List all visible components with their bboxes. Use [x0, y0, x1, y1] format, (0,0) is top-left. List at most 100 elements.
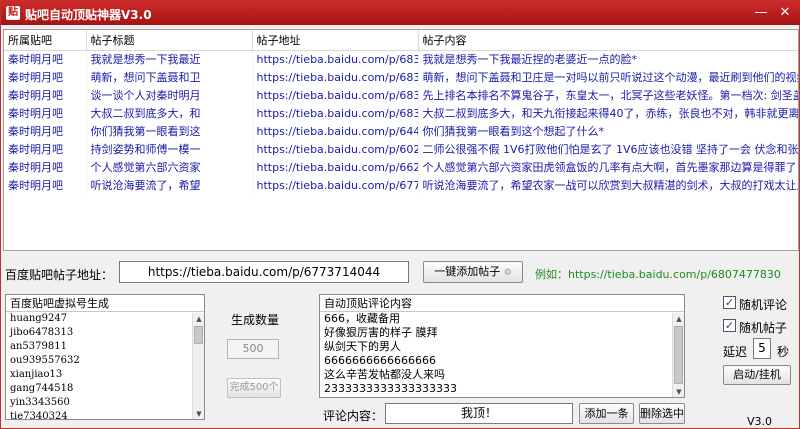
- table-row[interactable]: 秦时明月吧 持剑姿势和师傅一模一 https://tieba.baidu.com/p…: [4, 140, 798, 158]
- app-logo-icon: 贴: [6, 6, 20, 20]
- comment-list-item[interactable]: 666，收藏备用: [324, 312, 684, 326]
- comment-list-scrollbar[interactable]: ▲ ▼: [672, 313, 684, 397]
- add-post-button[interactable]: 一键添加帖子 ⚙: [423, 261, 523, 283]
- comment-list-item[interactable]: 2333333333333333333: [324, 382, 684, 396]
- delay-label: 延迟: [723, 345, 748, 359]
- title-bar[interactable]: 贴 贴吧自动顶贴神器V3.0 — ✕: [1, 1, 800, 25]
- account-list-item[interactable]: xianjiao13: [10, 368, 204, 382]
- url-cell[interactable]: https://tieba.baidu.com/p/683...: [252, 50, 419, 68]
- url-cell[interactable]: https://tieba.baidu.com/p/677...: [252, 176, 419, 194]
- post-table[interactable]: 所属贴吧 帖子标题 帖子地址 帖子内容 秦时明月吧 我就是想秀一下我最近 https…: [3, 29, 799, 251]
- url-cell[interactable]: https://tieba.baidu.com/p/602...: [252, 140, 419, 158]
- column-header-title[interactable]: 帖子标题: [86, 30, 253, 51]
- add-comment-button[interactable]: 添加一条: [579, 403, 634, 424]
- content-cell[interactable]: 先上排名本排名不算鬼谷子，东皇太一，北冥子这些老妖怪。第一档次: 剑圣盖聂...: [418, 86, 798, 104]
- comment-list-item[interactable]: 好像狠厉害的样子 膜拜: [324, 326, 684, 340]
- account-list-item[interactable]: an5379811: [10, 340, 204, 354]
- table-header-row: 所属贴吧 帖子标题 帖子地址 帖子内容: [4, 30, 798, 51]
- table-row[interactable]: 秦时明月吧 大叔二叔到底多大，和 https://tieba.baidu.com/p…: [4, 104, 798, 122]
- account-list[interactable]: 百度贴吧虚拟号生成 huang9247 jibo6478313 an5379811 o…: [5, 294, 205, 420]
- start-button[interactable]: 启动/挂机: [723, 365, 791, 385]
- tieba-cell[interactable]: 秦时明月吧: [4, 68, 87, 86]
- title-cell[interactable]: 持剑姿势和师傅一模一: [86, 140, 253, 158]
- title-cell[interactable]: 我就是想秀一下我最近: [86, 50, 253, 68]
- title-cell[interactable]: 听说沧海要流了，希望: [86, 176, 253, 194]
- random-post-checkbox[interactable]: ✓: [723, 319, 736, 332]
- random-comment-label[interactable]: 随机评论: [739, 296, 787, 313]
- tieba-cell[interactable]: 秦时明月吧: [4, 176, 87, 194]
- tieba-cell[interactable]: 秦时明月吧: [4, 104, 87, 122]
- table-row[interactable]: 秦时明月吧 萌新，想问下盖聂和卫 https://tieba.baidu.com/p…: [4, 68, 798, 86]
- scrollbar-thumb[interactable]: [674, 326, 683, 384]
- scrollbar-thumb[interactable]: [194, 326, 203, 344]
- table-row[interactable]: 秦时明月吧 听说沧海要流了，希望 https://tieba.baidu.com/p…: [4, 176, 798, 194]
- tieba-cell[interactable]: 秦时明月吧: [4, 140, 87, 158]
- title-cell[interactable]: 你们猜我第一眼看到这: [86, 122, 253, 140]
- random-post-label[interactable]: 随机帖子: [739, 319, 787, 336]
- delay-input[interactable]: 5: [753, 338, 771, 359]
- comment-list-item[interactable]: 这么辛苦发帖都没人来吗: [324, 368, 684, 382]
- content-cell[interactable]: 我就是想秀一下我最近捏的老婆近一点的脸*: [418, 50, 798, 68]
- content-cell[interactable]: 你们猜我第一眼看到这个想起了什么*: [418, 122, 798, 140]
- tieba-cell[interactable]: 秦时明月吧: [4, 50, 87, 68]
- window-title: 贴吧自动顶贴神器V3.0: [25, 8, 152, 22]
- minimize-button[interactable]: —: [751, 4, 771, 22]
- account-list-item[interactable]: tie7340324: [10, 410, 204, 419]
- generate-done-button[interactable]: 完成500个: [227, 378, 281, 398]
- app-window: 贴 贴吧自动顶贴神器V3.0 — ✕ 所属贴吧 帖子标题 帖子地址 帖子内容 秦…: [0, 0, 800, 429]
- content-cell[interactable]: 听说沧海要流了，希望农家一战可以欣赏到大叔精湛的剑术，大叔的打戏太让人期...: [418, 176, 798, 194]
- comment-list-item[interactable]: 6666666666666666: [324, 354, 684, 368]
- generate-count-label: 生成数量: [231, 313, 280, 327]
- comment-input[interactable]: 我顶！: [385, 403, 573, 424]
- account-list-item[interactable]: ou939557632: [10, 354, 204, 368]
- scroll-up-icon[interactable]: ▲: [673, 313, 684, 325]
- content-cell[interactable]: 萌新，想问下盖聂和卫庄是一对吗以前只听说过这个动漫，最近刷到他们的视频有...: [418, 68, 798, 86]
- table-row[interactable]: 秦时明月吧 个人感觉第六部六资家 https://tieba.baidu.com/p…: [4, 158, 798, 176]
- account-list-item[interactable]: huang9247: [10, 312, 204, 326]
- account-list-item[interactable]: jibo6478313: [10, 326, 204, 340]
- table-row[interactable]: 秦时明月吧 谈一谈个人对秦时明月 https://tieba.baidu.com/p…: [4, 86, 798, 104]
- version-label: V3.0: [747, 415, 773, 428]
- content-cell[interactable]: 大叔二叔到底多大，和天九衔接起来得40了，赤练，张良也不对，韩非就更离谱，...: [418, 104, 798, 122]
- title-cell[interactable]: 大叔二叔到底多大，和: [86, 104, 253, 122]
- generate-count-input[interactable]: 500: [227, 339, 279, 359]
- close-button[interactable]: ✕: [775, 4, 795, 22]
- add-post-label: 一键添加帖子: [434, 265, 501, 278]
- account-list-scrollbar[interactable]: ▲ ▼: [192, 313, 204, 419]
- account-list-header: 百度贴吧虚拟号生成: [6, 295, 204, 312]
- delete-comment-button[interactable]: 删除选中: [639, 403, 685, 424]
- scroll-down-icon[interactable]: ▼: [193, 408, 204, 419]
- comment-list-header: 自动顶贴评论内容: [320, 295, 684, 312]
- content-cell[interactable]: 个人感觉第六部六资家田虎领盒饭的几率有点大啊，首先墨家那边算是得罪了，把...: [418, 158, 798, 176]
- column-header-tieba[interactable]: 所属贴吧: [4, 30, 87, 51]
- table-row[interactable]: 秦时明月吧 我就是想秀一下我最近 https://tieba.baidu.com/p…: [4, 50, 798, 68]
- scroll-up-icon[interactable]: ▲: [193, 313, 204, 325]
- example-url-text: 例如：https://tieba.baidu.com/p/6807477830: [535, 268, 781, 281]
- account-list-item[interactable]: yin3343560: [10, 396, 204, 410]
- title-cell[interactable]: 谈一谈个人对秦时明月: [86, 86, 253, 104]
- post-url-input[interactable]: https://tieba.baidu.com/p/6773714044: [119, 261, 409, 283]
- content-cell[interactable]: 二师公很强不假 1V6打败他们怕是玄了 1V6应该也没错 坚持了一会 伏念和张.…: [418, 140, 798, 158]
- account-list-item[interactable]: gang744518: [10, 382, 204, 396]
- column-header-content[interactable]: 帖子内容: [418, 30, 798, 51]
- table-row[interactable]: 秦时明月吧 你们猜我第一眼看到这 https://tieba.baidu.com/p…: [4, 122, 798, 140]
- tieba-cell[interactable]: 秦时明月吧: [4, 158, 87, 176]
- post-url-label: 百度贴吧帖子地址：: [5, 268, 114, 282]
- url-cell[interactable]: https://tieba.baidu.com/p/683...: [252, 68, 419, 86]
- delay-unit-label: 秒: [777, 345, 790, 359]
- title-cell[interactable]: 萌新，想问下盖聂和卫: [86, 68, 253, 86]
- title-cell[interactable]: 个人感觉第六部六资家: [86, 158, 253, 176]
- gear-icon: ⚙: [503, 268, 512, 278]
- url-cell[interactable]: https://tieba.baidu.com/p/683...: [252, 86, 419, 104]
- comment-list[interactable]: 自动顶贴评论内容 666，收藏备用 好像狠厉害的样子 膜拜 纵剑天下的男人 66666…: [319, 294, 685, 398]
- comment-list-item[interactable]: 纵剑天下的男人: [324, 340, 684, 354]
- tieba-cell[interactable]: 秦时明月吧: [4, 86, 87, 104]
- url-cell[interactable]: https://tieba.baidu.com/p/683...: [252, 104, 419, 122]
- tieba-cell[interactable]: 秦时明月吧: [4, 122, 87, 140]
- scroll-down-icon[interactable]: ▼: [673, 386, 684, 397]
- url-cell[interactable]: https://tieba.baidu.com/p/662...: [252, 158, 419, 176]
- random-comment-checkbox[interactable]: ✓: [723, 296, 736, 309]
- comment-input-label: 评论内容：: [323, 409, 384, 423]
- column-header-url[interactable]: 帖子地址: [252, 30, 419, 51]
- url-cell[interactable]: https://tieba.baidu.com/p/644...: [252, 122, 419, 140]
